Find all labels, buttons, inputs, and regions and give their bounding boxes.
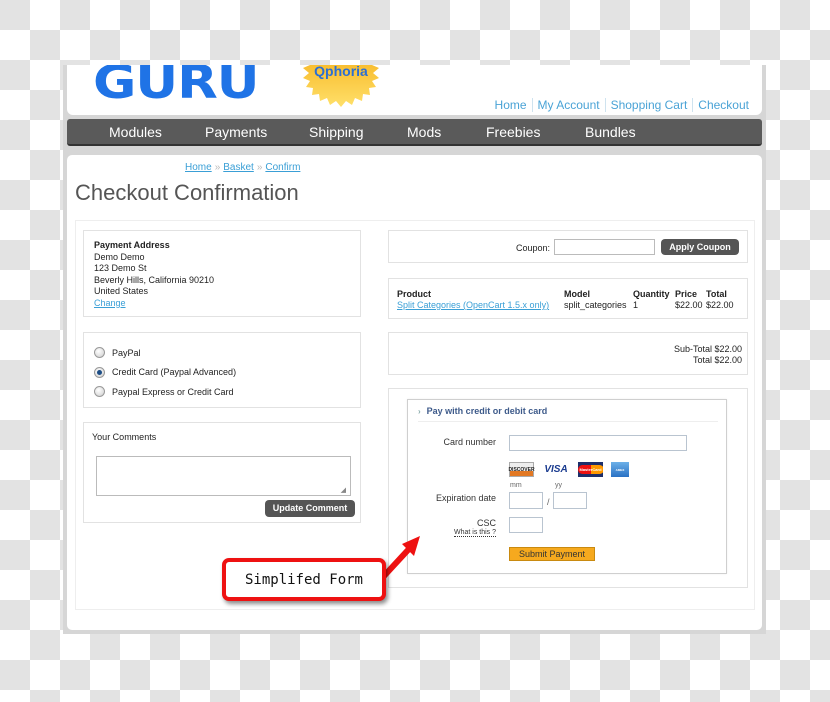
address-line: Beverly Hills, California 90210 (94, 274, 215, 285)
expiration-label: Expiration date (435, 493, 496, 503)
totals-box: Sub-Total $22.00 Total $22.00 (388, 332, 748, 375)
radio-button-selected[interactable] (94, 366, 105, 378)
visa-logo-icon: VISA (544, 464, 568, 475)
radio-button[interactable] (94, 347, 105, 359)
nav-modules[interactable]: Modules (109, 124, 162, 140)
address-line: United States (94, 286, 149, 296)
simplified-form-callout: Simplifed Form (222, 558, 386, 601)
breadcrumb-home[interactable]: Home (185, 162, 212, 173)
product-price: $22.00 (675, 300, 703, 310)
mastercard-logo-icon: MasterCard (578, 462, 603, 477)
card-number-label: Card number (443, 437, 496, 447)
top-links: Home My Account Shopping Cart Checkout (490, 98, 754, 112)
page-title: Checkout Confirmation (75, 180, 299, 205)
submit-payment-button[interactable]: Submit Payment (509, 547, 595, 561)
breadcrumb-separator: » (256, 162, 263, 173)
card-payment-form: › Pay with credit or debit card Card numb… (407, 399, 727, 574)
exp-month-input[interactable] (509, 492, 543, 509)
payment-option-label: Paypal Express or Credit Card (112, 386, 234, 397)
card-form-title: Pay with credit or debit card (426, 406, 548, 416)
card-logos: DISCOVER VISA MasterCard AMEX (508, 462, 629, 477)
nav-shipping[interactable]: Shipping (309, 124, 364, 140)
address-line: 123 Demo St (94, 263, 147, 273)
payment-option-paypal[interactable]: PayPal (94, 343, 350, 363)
product-link[interactable]: Split Categories (OpenCart 1.5.x only) (397, 300, 549, 310)
col-header-price: Price (675, 289, 698, 299)
breadcrumb: Home» Basket» Confirm (185, 162, 300, 173)
toplink-checkout[interactable]: Checkout (692, 98, 754, 112)
mm-label: mm (510, 482, 522, 489)
product-quantity: 1 (633, 300, 639, 310)
comments-textarea[interactable] (96, 456, 351, 496)
card-form-heading[interactable]: › Pay with credit or debit card (418, 406, 718, 422)
total: Total $22.00 (692, 355, 742, 365)
toplink-my-account[interactable]: My Account (531, 98, 605, 112)
payment-methods-box: PayPal Credit Card (Paypal Advanced) Pay… (83, 332, 361, 408)
payment-address-heading: Payment Address (94, 240, 170, 250)
toplink-home[interactable]: Home (490, 98, 532, 112)
toplink-shopping-cart[interactable]: Shopping Cart (604, 98, 693, 112)
main-nav: Modules Payments Shipping Mods Freebies … (67, 119, 762, 146)
col-header-model: Model (564, 289, 590, 299)
subtotal: Sub-Total $22.00 (673, 344, 742, 354)
csc-label: CSC (476, 518, 496, 528)
site-logo[interactable]: GURU (93, 65, 260, 109)
payment-option-credit-card[interactable]: Credit Card (Paypal Advanced) (94, 363, 350, 383)
payment-option-paypal-express[interactable]: Paypal Express or Credit Card (94, 382, 350, 402)
breadcrumb-separator: » (214, 162, 221, 173)
col-header-quantity: Quantity (633, 289, 670, 299)
chevron-right-icon: › (418, 407, 421, 416)
yy-label: yy (555, 482, 562, 489)
payment-form-container: › Pay with credit or debit card Card numb… (388, 388, 748, 588)
nav-payments[interactable]: Payments (205, 124, 267, 140)
exp-separator: / (547, 497, 550, 507)
comments-label: Your Comments (92, 432, 157, 442)
col-header-product: Product (397, 289, 432, 299)
csc-input[interactable] (509, 517, 543, 533)
exp-year-input[interactable] (553, 492, 587, 509)
card-number-input[interactable] (509, 435, 687, 451)
change-address-link[interactable]: Change (94, 298, 126, 308)
mastercard-text: MasterCard (578, 465, 603, 474)
badge-text: Qphoria (314, 65, 368, 79)
site-header: GURU Qphoria Home My Account Shopping Ca… (67, 65, 762, 115)
discover-logo-icon: DISCOVER (508, 462, 535, 477)
apply-coupon-button[interactable]: Apply Coupon (661, 239, 739, 255)
nav-bundles[interactable]: Bundles (585, 124, 636, 140)
amex-logo-icon: AMEX (611, 462, 629, 477)
coupon-box: Coupon: Apply Coupon (388, 230, 748, 263)
callout-arrow-icon (381, 536, 420, 579)
nav-mods[interactable]: Mods (407, 124, 441, 140)
coupon-label: Coupon: (516, 243, 551, 253)
address-line: Demo Demo (94, 251, 145, 262)
payment-option-label: PayPal (112, 347, 141, 358)
comments-box: Your Comments ◢ Update Comment (83, 422, 361, 523)
callout-text: Simplifed Form (244, 571, 363, 588)
radio-button[interactable] (94, 386, 105, 398)
csc-help-link[interactable]: What is this ? (454, 529, 497, 537)
product-total: $22.00 (706, 300, 734, 310)
breadcrumb-confirm[interactable]: Confirm (265, 162, 300, 173)
coupon-input[interactable] (554, 239, 655, 255)
breadcrumb-basket[interactable]: Basket (223, 162, 254, 173)
update-comment-button[interactable]: Update Comment (265, 500, 355, 517)
payment-address-box: Payment Address Demo Demo 123 Demo St Be… (83, 230, 361, 317)
payment-option-label: Credit Card (Paypal Advanced) (112, 367, 237, 378)
qphoria-badge: Qphoria (300, 65, 382, 107)
col-header-total: Total (706, 289, 727, 299)
product-model: split_categories (564, 300, 627, 310)
resize-grip-icon[interactable]: ◢ (341, 486, 346, 494)
nav-freebies[interactable]: Freebies (486, 124, 540, 140)
order-table: Product Model Quantity Price Total Split… (388, 278, 748, 319)
